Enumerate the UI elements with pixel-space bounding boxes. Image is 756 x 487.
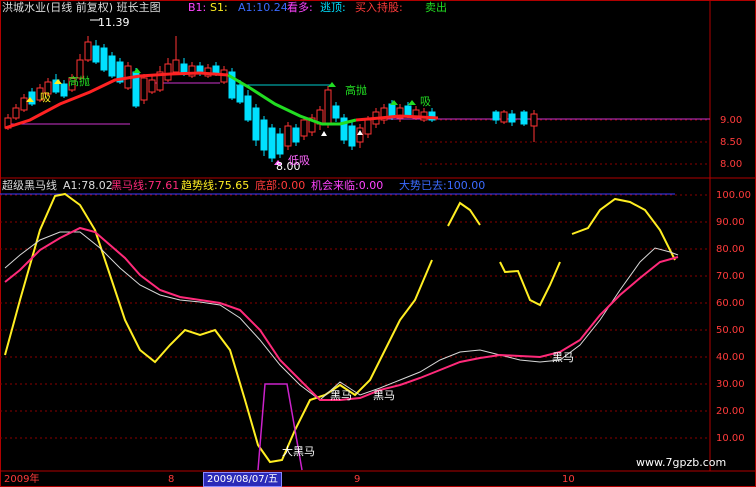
candle-body — [324, 89, 332, 125]
heima-value: 黑马线:77.61 — [111, 179, 180, 192]
sell-signal-label-1: 高抛 — [68, 75, 90, 88]
jihui-value: 机会来临:0.00 — [311, 179, 384, 192]
yellow-line-3 — [499, 261, 561, 307]
buy-signal-label: 吸 — [40, 91, 51, 104]
low-buy-label: 低吸 — [288, 154, 310, 167]
ind-tick-20: 20.00 — [716, 406, 745, 417]
a1-label: A1:10.24 — [238, 1, 288, 14]
ind-tick-50: 50.00 — [716, 325, 745, 336]
ind-tick-30: 30.00 — [716, 379, 745, 390]
horse-label-2: 黑马 — [373, 389, 395, 402]
axis-month-8: 8 — [168, 474, 175, 485]
cursor-date-box: 2009/08/07/五 — [203, 472, 283, 487]
candle-body — [244, 95, 252, 121]
candle-body — [364, 119, 372, 135]
chart-stage — [0, 0, 756, 487]
candle-body — [530, 113, 538, 127]
indicator-grid — [0, 194, 710, 439]
axis-month-10: 10 — [562, 474, 575, 485]
candle-body — [500, 111, 508, 123]
ind-tick-70: 70.00 — [716, 271, 745, 282]
watermark: www.7gpzb.com — [636, 456, 727, 469]
candle-body — [292, 127, 300, 143]
up-signal-label: 吸 — [420, 95, 431, 108]
candle-body — [300, 119, 308, 137]
candle-body — [20, 97, 28, 111]
price-tick-800: 8.00 — [720, 159, 743, 170]
dashi-value: 大势已去:100.00 — [399, 179, 486, 192]
high-price-label: 11.39 — [98, 16, 130, 29]
candle-body — [84, 41, 92, 61]
candle-body — [236, 85, 244, 103]
candle-body — [276, 133, 284, 155]
candle-body — [252, 107, 260, 141]
mairu-label: 买入持股: — [355, 1, 403, 14]
candle-body — [164, 63, 172, 81]
candle-body — [260, 119, 268, 151]
maichu-label: 卖出 — [425, 1, 447, 14]
candle-body — [348, 125, 356, 147]
indicator-a1: A1:78.02 — [63, 179, 113, 192]
kanduo-label: 看多: — [287, 1, 313, 14]
candle-body — [60, 83, 68, 97]
candle-body — [92, 45, 100, 63]
candle-body — [268, 127, 276, 159]
horse-label-3: 黑马 — [552, 351, 574, 364]
taoding-label: 逃顶: — [320, 1, 346, 14]
ind-tick-60: 60.00 — [716, 298, 745, 309]
s1-label: S1: — [210, 1, 228, 14]
ind-tick-10: 10.00 — [716, 433, 745, 444]
candle-body — [404, 105, 412, 117]
price-tick-900: 9.00 — [720, 115, 743, 126]
axis-month-9: 9 — [354, 474, 361, 485]
yellow-line-2 — [447, 201, 481, 227]
candle-body — [172, 59, 180, 73]
ind-tick-40: 40.00 — [716, 352, 745, 363]
indicator-name: 超级黑马线 — [2, 179, 57, 192]
chart-title: 洪城水业(日线 前复权) 班长主图 — [2, 1, 161, 14]
candle-body — [520, 111, 528, 125]
horse-label-1: 黑马 — [330, 389, 352, 402]
qushi-value: 趋势线:75.65 — [181, 179, 250, 192]
candle-body — [12, 107, 20, 119]
axis-year: 2009年 — [4, 474, 40, 485]
dibu-value: 底部:0.00 — [255, 179, 306, 192]
candle-body — [332, 105, 340, 119]
candle-body — [508, 113, 516, 123]
candlesticks — [4, 36, 538, 162]
ind-tick-100: 100.00 — [716, 190, 751, 201]
candle-body — [148, 79, 156, 93]
candle-body — [140, 77, 148, 101]
sell-signal-label-2: 高抛 — [345, 84, 367, 97]
ind-tick-80: 80.00 — [716, 244, 745, 255]
candle-body — [492, 111, 500, 121]
yellow-line-4 — [571, 197, 676, 261]
candle-body — [100, 47, 108, 71]
trend-line-white — [4, 231, 679, 401]
candle-body — [108, 55, 116, 77]
big-horse-label: 大黑马 — [282, 445, 315, 458]
b1-label: B1: — [188, 1, 207, 14]
candle-body — [284, 125, 292, 147]
candle-body — [388, 103, 396, 117]
price-grid — [420, 119, 710, 165]
ind-tick-90: 90.00 — [716, 217, 745, 228]
price-tick-850: 8.50 — [720, 137, 743, 148]
